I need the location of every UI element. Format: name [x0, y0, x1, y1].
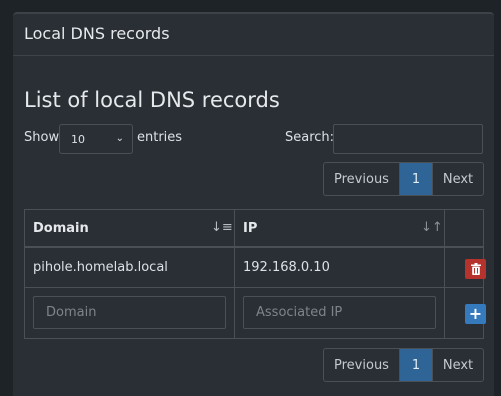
- column-header-domain[interactable]: Domain: [33, 221, 89, 236]
- column-divider: [234, 288, 235, 338]
- page-1-button[interactable]: 1: [400, 349, 432, 381]
- previous-button[interactable]: Previous: [324, 349, 400, 381]
- previous-button[interactable]: Previous: [324, 163, 400, 195]
- column-divider: [234, 210, 235, 246]
- add-record-button[interactable]: +: [465, 304, 486, 324]
- table-row: pihole.homelab.local 192.168.0.10: [25, 248, 486, 288]
- chevron-down-icon: ⌄: [115, 133, 124, 144]
- column-divider: [444, 288, 445, 338]
- column-header-ip[interactable]: IP: [243, 221, 257, 236]
- table-header: Domain ↓≡ IP ↓↑: [25, 210, 483, 248]
- dns-panel: Local DNS records List of local DNS reco…: [13, 12, 494, 396]
- show-label: Show: [24, 130, 60, 145]
- column-divider: [234, 248, 235, 287]
- pagination-bottom: Previous 1 Next: [323, 348, 484, 382]
- panel-header: Local DNS records: [13, 14, 494, 56]
- entries-select-value: 10: [71, 133, 85, 146]
- new-record-row: +: [25, 288, 486, 338]
- next-button[interactable]: Next: [432, 349, 483, 381]
- domain-input[interactable]: [33, 296, 226, 329]
- column-divider: [444, 248, 445, 287]
- search-label: Search:: [285, 130, 335, 145]
- ip-input[interactable]: [243, 296, 436, 329]
- column-divider: [444, 210, 445, 246]
- row-domain: pihole.homelab.local: [33, 260, 168, 275]
- search-input[interactable]: [333, 124, 483, 154]
- next-button[interactable]: Next: [432, 163, 483, 195]
- pagination-top: Previous 1 Next: [323, 162, 484, 196]
- panel-title: Local DNS records: [24, 24, 170, 43]
- plus-icon: +: [468, 304, 483, 323]
- entries-select[interactable]: 10 ⌄: [59, 124, 133, 154]
- list-title: List of local DNS records: [24, 88, 280, 112]
- entries-label: entries: [137, 130, 183, 145]
- sort-icon[interactable]: ↓↑: [421, 220, 443, 235]
- row-ip: 192.168.0.10: [243, 260, 330, 275]
- delete-button[interactable]: [465, 259, 486, 279]
- sort-amount-down-icon[interactable]: ↓≡: [211, 220, 233, 235]
- page-1-button[interactable]: 1: [400, 163, 432, 195]
- trash-icon: [470, 263, 481, 275]
- dns-records-table: Domain ↓≡ IP ↓↑ pihole.homelab.local 192…: [24, 209, 486, 339]
